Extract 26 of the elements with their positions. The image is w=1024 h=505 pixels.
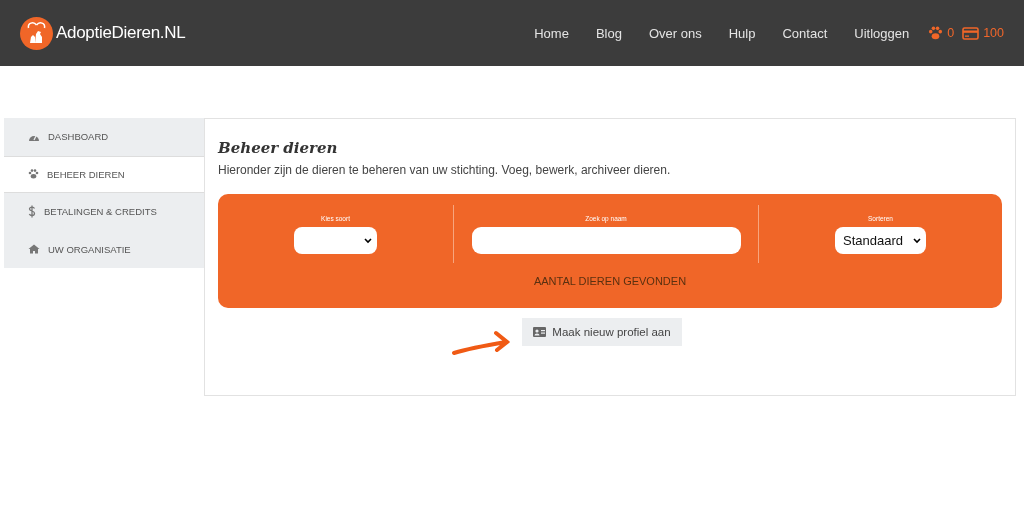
nav-link[interactable]: Home (534, 25, 569, 41)
sidebar-item[interactable]: BEHEER DIEREN (4, 155, 204, 193)
dollar-icon (28, 205, 36, 219)
nav-link[interactable]: Uitloggen (854, 25, 910, 41)
result-count: AANTAL DIEREN GEVONDEN (533, 275, 687, 287)
logo-icon (20, 16, 53, 50)
id-card-icon (533, 327, 547, 337)
nav-link[interactable]: Over ons (648, 25, 702, 41)
paw-icon (928, 26, 944, 40)
caret-icon (913, 237, 921, 244)
sort-select[interactable]: Standaard (835, 227, 926, 254)
nav-link[interactable]: Hulp (728, 25, 756, 41)
paw-count: 0 (947, 26, 955, 40)
name-search-field[interactable] (471, 227, 741, 254)
logo-text[interactable]: AdoptieDieren.NL (56, 23, 186, 43)
page-title: Beheer dieren (218, 139, 339, 157)
page-description: Hieronder zijn de dieren te beheren van uw stichting. Voeg, bewerk, archiveer dieren. (218, 163, 672, 177)
nav-link[interactable]: Contact (782, 25, 828, 41)
species-select[interactable] (294, 227, 377, 254)
nav-link[interactable]: Blog (595, 25, 622, 41)
house-icon (28, 244, 40, 255)
caret-icon (364, 237, 372, 244)
credit-count: 100 (983, 26, 1004, 40)
new-profile-button[interactable]: Maak nieuw profiel aan (522, 318, 682, 346)
paw-icon (28, 169, 39, 180)
credit-card-icon (962, 26, 980, 40)
